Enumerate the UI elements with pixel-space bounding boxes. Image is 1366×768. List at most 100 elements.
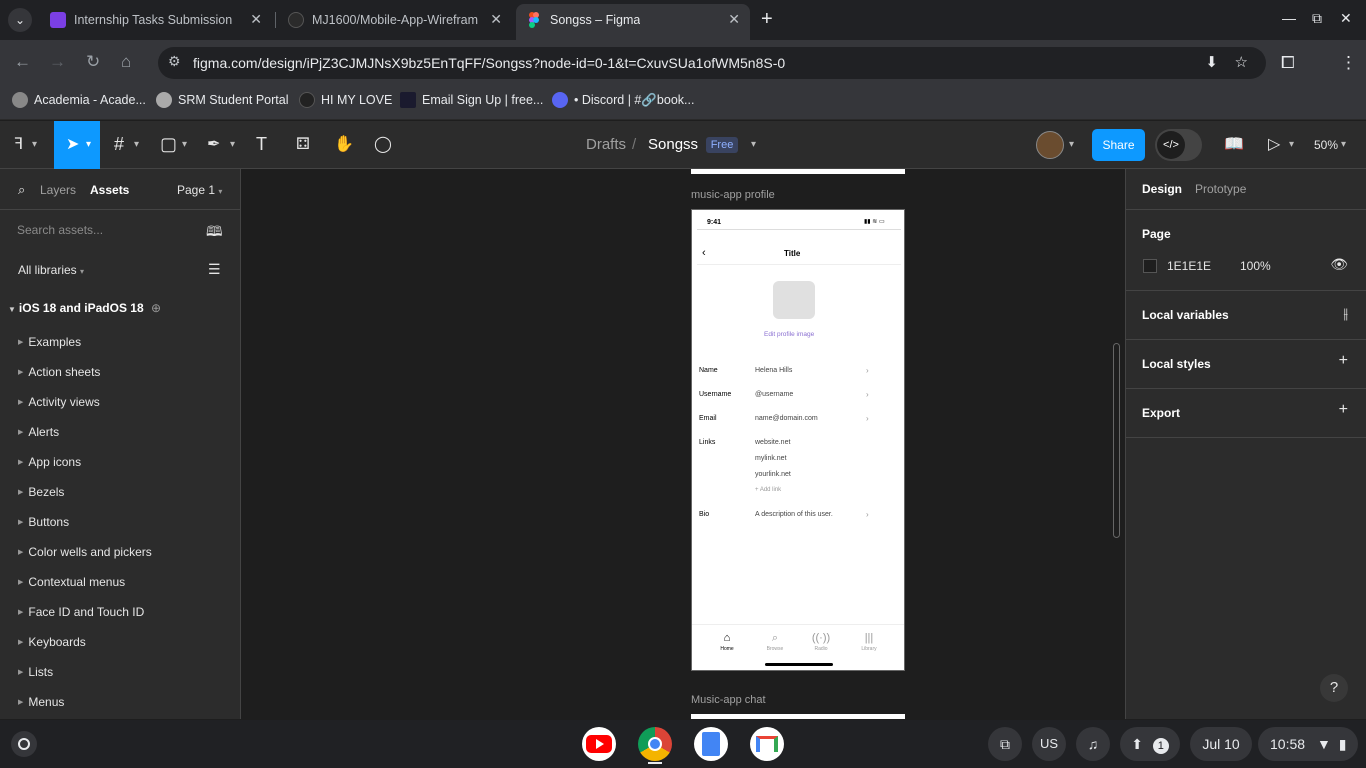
asset-group-item[interactable]: ▶ Contextual menus xyxy=(18,575,125,589)
close-icon[interactable]: ✕ xyxy=(250,11,262,28)
youtube-app-icon[interactable] xyxy=(582,727,616,761)
asset-group-item[interactable]: ▶ Menus xyxy=(18,695,64,709)
bookmark-star-icon[interactable]: ☆ xyxy=(1235,53,1248,71)
gmail-app-icon[interactable] xyxy=(750,727,784,761)
url-text[interactable]: figma.com/design/iPjZ3CJMJNsX9bz5EnTqFF/… xyxy=(193,55,785,71)
bookmark-2[interactable]: HI MY LOVE xyxy=(299,92,392,108)
profile-frame[interactable]: 9:41 ▮▮ ≋ ▭ ‹ Title Edit profile image N… xyxy=(691,209,905,671)
help-button[interactable]: ? xyxy=(1320,674,1348,702)
close-window-icon[interactable]: ✕ xyxy=(1340,10,1352,27)
site-info-icon[interactable]: ⚙ xyxy=(168,53,181,70)
restore-icon[interactable]: ⧉ xyxy=(1312,10,1322,27)
docs-app-icon[interactable] xyxy=(694,727,728,761)
chevron-right-icon[interactable]: › xyxy=(866,366,869,375)
previous-frame-edge[interactable] xyxy=(691,169,905,174)
chevron-down-icon[interactable]: ▾ xyxy=(1341,139,1346,150)
export-heading[interactable]: Export xyxy=(1142,406,1180,420)
asset-group-item[interactable]: ▶ Color wells and pickers xyxy=(18,545,152,559)
close-icon[interactable]: ✕ xyxy=(490,11,502,28)
browser-tab-2-active[interactable]: Songss – Figma ✕ xyxy=(516,4,750,40)
browser-tab-0[interactable]: Internship Tasks Submission ✕ xyxy=(40,0,272,40)
asset-group-item[interactable]: ▶ Buttons xyxy=(18,515,69,529)
library-section[interactable]: ▼ iOS 18 and iPadOS 18 ⊕ xyxy=(8,301,161,315)
bookmark-4[interactable]: • Discord | #🔗book... xyxy=(552,92,694,108)
chevron-down-icon[interactable]: ▾ xyxy=(1069,139,1074,150)
text-tool-icon[interactable]: T xyxy=(256,134,267,155)
move-tool[interactable]: ➤ ▾ xyxy=(54,121,100,169)
pen-tool-icon[interactable]: ✒ xyxy=(207,134,220,154)
tab-design[interactable]: Design xyxy=(1142,182,1182,196)
search-icon[interactable]: ⌕ xyxy=(18,182,25,198)
tab-browse[interactable]: ⌕ Browse xyxy=(760,632,790,652)
plus-icon[interactable]: + xyxy=(1339,401,1348,419)
close-icon[interactable]: ✕ xyxy=(728,11,740,28)
forward-icon[interactable]: → xyxy=(49,52,66,72)
local-styles-heading[interactable]: Local styles xyxy=(1142,357,1211,371)
bookmark-0[interactable]: Academia - Acade... xyxy=(12,92,146,108)
tab-library[interactable]: ||| Library xyxy=(854,632,884,652)
profile-image-placeholder[interactable] xyxy=(773,281,815,319)
ime-indicator[interactable]: US xyxy=(1032,727,1066,761)
resources-icon[interactable]: ⚃ xyxy=(296,134,310,154)
media-controls-icon[interactable]: ♫ xyxy=(1076,727,1110,761)
chevron-down-icon[interactable]: ▾ xyxy=(134,139,139,150)
notifications-tray[interactable]: ⬆ 1 xyxy=(1120,727,1180,761)
asset-group-item[interactable]: ▶ Lists xyxy=(18,665,53,679)
rectangle-tool-icon[interactable]: ▢ xyxy=(160,134,177,155)
asset-group-item[interactable]: ▶ Face ID and Touch ID xyxy=(18,605,144,619)
comment-tool-icon[interactable]: ◯ xyxy=(374,134,392,154)
address-bar[interactable]: ⚙ figma.com/design/iPjZ3CJMJNsX9bz5EnTqF… xyxy=(158,47,1266,79)
asset-group-item[interactable]: ▶ Keyboards xyxy=(18,635,86,649)
design-canvas[interactable]: music-app profile 9:41 ▮▮ ≋ ▭ ‹ Title Ed… xyxy=(241,169,1125,719)
zoom-level[interactable]: 50% xyxy=(1314,138,1338,152)
chevron-down-icon[interactable]: ▾ xyxy=(32,139,37,150)
hand-tool-icon[interactable]: ✋ xyxy=(334,134,354,154)
frame-label[interactable]: Music-app chat xyxy=(691,694,766,706)
search-assets-input[interactable]: Search assets... xyxy=(17,223,103,237)
edit-profile-image-link[interactable]: Edit profile image xyxy=(764,331,814,338)
screen-capture-icon[interactable]: ⧉ xyxy=(988,727,1022,761)
breadcrumb-drafts[interactable]: Drafts xyxy=(586,136,626,153)
asset-group-item[interactable]: ▶ App icons xyxy=(18,455,81,469)
home-icon[interactable]: ⌂ xyxy=(121,52,131,72)
reload-icon[interactable]: ↻ xyxy=(86,52,100,72)
libraries-select[interactable]: All libraries ▾ xyxy=(18,263,84,277)
asset-group-item[interactable]: ▶ Bezels xyxy=(18,485,64,499)
date-indicator[interactable]: Jul 10 xyxy=(1190,727,1252,761)
frame-label[interactable]: music-app profile xyxy=(691,189,775,201)
asset-group-item[interactable]: ▶ Examples xyxy=(18,335,81,349)
tab-assets[interactable]: Assets xyxy=(90,183,129,197)
asset-group-item[interactable]: ▶ Action sheets xyxy=(18,365,100,379)
tab-radio[interactable]: ((·)) Radio xyxy=(806,632,836,652)
tab-prototype[interactable]: Prototype xyxy=(1195,182,1246,196)
page-opacity-value[interactable]: 100% xyxy=(1240,259,1271,273)
bookmark-1[interactable]: SRM Student Portal xyxy=(156,92,288,108)
chevron-down-icon[interactable]: ▾ xyxy=(1289,139,1294,150)
list-view-icon[interactable]: ☰ xyxy=(208,261,221,278)
chevron-right-icon[interactable]: › xyxy=(866,390,869,399)
page-select[interactable]: Page 1 ▾ xyxy=(177,183,222,197)
figma-menu-icon[interactable]: ꟻ xyxy=(14,134,23,154)
next-frame-edge[interactable] xyxy=(691,714,905,719)
tab-home[interactable]: ⌂ Home xyxy=(712,632,742,652)
eye-icon[interactable]: 👁 xyxy=(1330,256,1348,273)
present-play-icon[interactable]: ▷ xyxy=(1268,134,1280,154)
local-variables-heading[interactable]: Local variables xyxy=(1142,308,1229,322)
back-icon[interactable]: ← xyxy=(14,52,31,72)
bookmark-3[interactable]: Email Sign Up | free... xyxy=(400,92,543,108)
chevron-right-icon[interactable]: › xyxy=(866,510,869,519)
new-tab-icon[interactable]: + xyxy=(761,8,773,31)
page-color-value[interactable]: 1E1E1E xyxy=(1167,259,1211,273)
chevron-down-icon[interactable]: ▾ xyxy=(230,139,235,150)
frame-tool-icon[interactable]: # xyxy=(114,134,124,155)
extensions-icon[interactable]: ⧠ xyxy=(1281,53,1295,73)
browser-tab-1[interactable]: MJ1600/Mobile-App-Wirefram ✕ xyxy=(278,0,512,40)
status-tray[interactable]: 10:58 ▼ ▮ xyxy=(1258,727,1358,761)
avatar[interactable] xyxy=(1036,131,1064,159)
chrome-app-icon[interactable] xyxy=(638,727,672,761)
library-book-icon[interactable]: 📖 xyxy=(1224,134,1244,154)
page-color-swatch[interactable] xyxy=(1143,259,1157,273)
chevron-right-icon[interactable]: › xyxy=(866,414,869,423)
chevron-down-icon[interactable]: ▾ xyxy=(751,139,756,150)
canvas-scrollbar[interactable] xyxy=(1113,343,1120,538)
